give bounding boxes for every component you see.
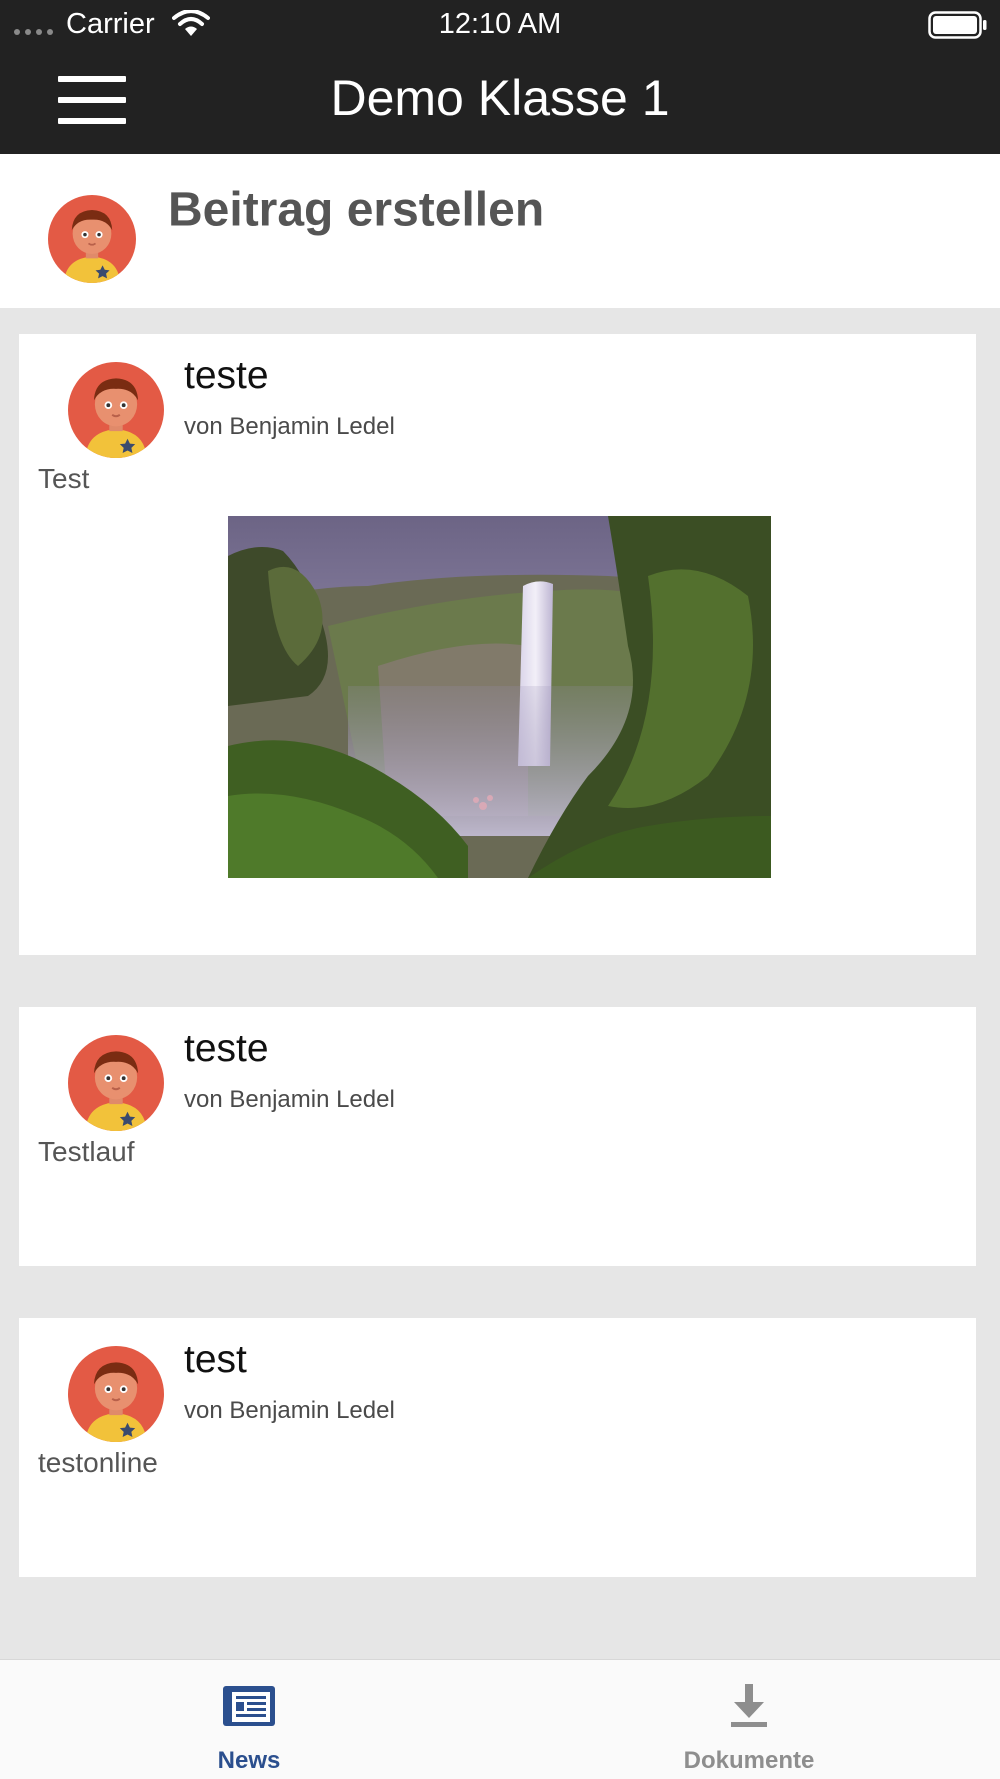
post-title: teste — [184, 1027, 269, 1070]
tab-news[interactable]: News — [124, 1660, 374, 1779]
news-post[interactable]: teste von Benjamin Ledel Testlauf — [19, 1007, 976, 1266]
tab-dokumente-label: Dokumente — [683, 1747, 815, 1774]
news-post[interactable]: test von Benjamin Ledel testonline — [19, 1318, 976, 1577]
newspaper-icon — [223, 1686, 275, 1726]
news-post[interactable]: teste von Benjamin Ledel Test — [19, 334, 976, 955]
page-title: Demo Klasse 1 — [330, 70, 670, 126]
tab-dokumente[interactable]: Dokumente — [624, 1660, 874, 1779]
top-bar: Carrier 12:10 AM Demo Klasse 1 — [0, 0, 1000, 154]
post-image[interactable] — [228, 516, 771, 878]
create-post-label[interactable]: Beitrag erstellen — [168, 183, 544, 238]
post-author: von Benjamin Ledel — [184, 1397, 395, 1424]
author-avatar — [68, 1035, 164, 1131]
waterfall-image — [228, 516, 771, 878]
battery-icon — [928, 11, 987, 39]
post-body: Test — [38, 463, 90, 494]
user-avatar — [48, 195, 136, 283]
post-title: teste — [184, 354, 269, 397]
download-icon — [731, 1684, 767, 1727]
post-author: von Benjamin Ledel — [184, 1086, 395, 1113]
post-title: test — [184, 1338, 247, 1381]
status-bar: Carrier 12:10 AM — [0, 0, 1000, 48]
tab-news-label: News — [217, 1747, 281, 1774]
post-body: testonline — [38, 1447, 158, 1478]
post-body: Testlauf — [38, 1136, 135, 1167]
post-author: von Benjamin Ledel — [184, 413, 395, 440]
tab-bar: News Dokumente — [0, 1659, 1000, 1779]
author-avatar — [68, 1346, 164, 1442]
status-time: 12:10 AM — [438, 8, 562, 40]
author-avatar — [68, 362, 164, 458]
